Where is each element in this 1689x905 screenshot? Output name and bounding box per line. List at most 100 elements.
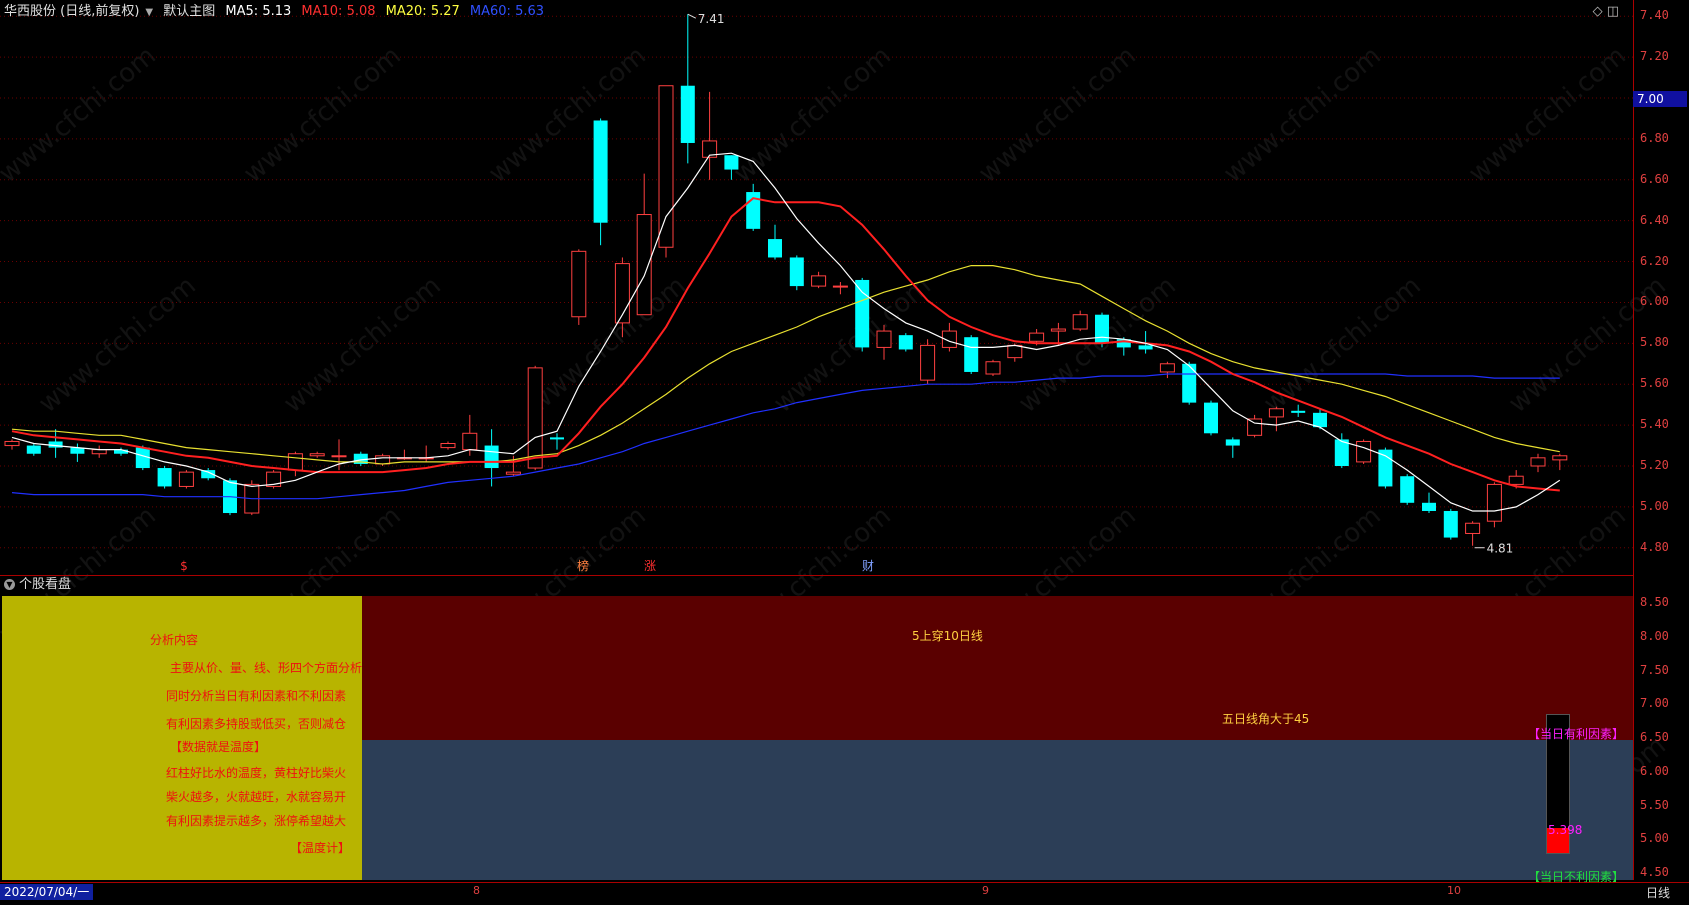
event-marker: 财 [862,559,874,573]
candle-body [876,330,892,348]
candle-body [898,335,913,350]
candle-body [811,275,827,287]
current-price-tag: 7.00 [1633,91,1687,107]
favorable-label: 【当日有利因素】 [1528,727,1625,741]
price-tick-label: 5.00 [1640,498,1669,513]
candle-body [1225,439,1240,446]
candle-body [1400,476,1415,503]
candle-body [505,471,521,475]
panel-header: ▼ 个股看盘 [0,575,71,595]
candle-body [462,432,478,451]
candle-body [1530,457,1546,467]
time-axis[interactable] [0,882,1689,905]
chevron-down-icon[interactable]: ▼ [4,579,15,590]
candle-body [114,449,128,454]
candle-body [91,449,107,455]
temperature-value: 5.398 [1548,823,1583,837]
panel-tick-label: 6.50 [1640,730,1669,744]
price-tick-label: 6.60 [1640,171,1669,186]
panel-tick-label: 7.00 [1640,696,1669,711]
candle-body [1443,510,1458,538]
candle-body [1072,314,1088,330]
candle-body [331,455,347,458]
cursor-date: 2022/07/04/一 [0,884,94,900]
restore-icon[interactable]: ◫ [1607,4,1619,19]
candle-body [920,344,936,381]
candle-body [1182,363,1197,403]
candlestick-chart[interactable]: 7.414.81$ 榜涨财 [0,0,1633,575]
panel-tick-label: 5.50 [1640,797,1669,812]
month-tick: 10 [1447,884,1461,897]
ma10-line [11,197,1560,492]
candle-body [1508,475,1524,485]
analysis-line: 【数据就是温度】 [170,740,267,754]
event-marker: $ [180,559,188,573]
indicator-bar: 华西股份 (日线,前复权) ▼ 默认主图 MA5: 5.13 MA10: 5.08… [0,0,1630,24]
panel-divider[interactable] [0,575,1633,576]
analysis-box: 分析内容 主要从价、量、线、形四个方面分析 同时分析当日有利因素和不利因素 有利… [2,596,362,880]
candle-body [855,279,870,348]
analysis-title: 分析内容 [150,633,199,647]
panel-title[interactable]: 个股看盘 [19,577,71,592]
analysis-line: 【温度计】 [290,841,351,855]
candle-body [178,471,194,487]
ma60-line [11,373,1560,500]
candle-body [680,85,695,143]
candle-body [1465,522,1481,534]
signal-ma-angle: 五日线角大于45 [1222,712,1310,726]
signal-ma-cross: 5上穿10日线 [912,629,983,643]
price-axis-divider [1633,0,1634,880]
event-marker: 榜 [577,558,589,573]
candle-body [287,453,303,471]
candle-body [768,239,782,258]
candle-body [1422,502,1436,511]
main-chart-name[interactable]: 默认主图 [163,4,215,19]
signal-bar-blue [362,740,1633,880]
chevron-down-icon[interactable]: ▼ [145,7,153,18]
candle-body [1095,314,1109,344]
candle-body [724,155,739,170]
candle-body [571,250,587,318]
candle-body [1159,363,1175,373]
panel-tick-label: 8.50 [1640,595,1669,609]
candle-body [789,257,804,287]
analysis-line: 有利因素提示越多，涨停希望越大 [166,814,347,828]
period-selector[interactable]: 日线 [1646,884,1670,901]
month-tick: 8 [473,884,480,897]
candle-body [964,337,979,372]
candle-body [1356,440,1372,463]
event-marker: 涨 [644,558,656,573]
panel-tick-label: 4.50 [1640,865,1669,879]
candle-body [593,120,608,223]
low-price-label: 4.81 [1487,542,1514,556]
candle-body [26,445,41,454]
price-tick-label: 5.60 [1640,376,1669,391]
price-tick-label: 5.40 [1640,417,1669,432]
candle-body [1291,410,1306,413]
candle-body [1486,483,1502,522]
panel-tick-label: 6.00 [1640,763,1669,778]
analysis-line: 有利因素多持股或低买，否则减仓 [166,717,347,731]
candle-body [527,367,543,469]
candle-body [309,453,325,457]
candle-body [135,447,150,469]
stock-title[interactable]: 华西股份 (日线,前复权) [4,4,139,19]
candle-body [1313,412,1327,428]
month-tick: 9 [982,884,989,897]
candle-body [985,361,1001,375]
candle-body [636,214,652,316]
candle-body [1268,408,1284,418]
candle-body [1247,418,1263,436]
panel-tick-label: 8.00 [1640,628,1669,643]
ma20-line [11,265,1560,465]
candle-body [1007,344,1023,359]
diamond-icon[interactable]: ◇ [1593,4,1603,19]
candle-body [157,468,172,487]
price-tick-label: 5.20 [1640,458,1669,472]
candle-body [440,443,456,449]
candle-body [832,285,848,288]
price-tick-label: 4.80 [1640,539,1669,554]
ma5-label: MA5: 5.13 [225,4,292,19]
candle-body [550,437,564,440]
candle-body [1050,328,1066,332]
